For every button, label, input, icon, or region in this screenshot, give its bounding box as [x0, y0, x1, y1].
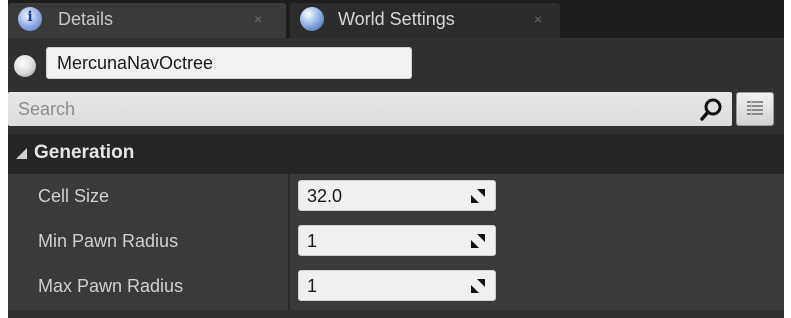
search-box[interactable] [8, 92, 732, 126]
category-generation[interactable]: Generation [8, 134, 784, 174]
search-input[interactable] [18, 98, 678, 120]
tab-world-settings-close-icon[interactable]: × [534, 11, 542, 27]
tab-bar: i Details × World Settings × [8, 0, 784, 38]
world-globe-icon [300, 7, 324, 31]
actor-header [8, 38, 784, 88]
property-label: Cell Size [38, 186, 110, 206]
panel-footer [8, 310, 784, 318]
max-pawn-radius-field[interactable] [298, 270, 496, 301]
search-row [8, 92, 784, 126]
actor-name-input[interactable] [57, 52, 397, 74]
property-label: Max Pawn Radius [38, 276, 184, 296]
collapse-arrow-icon[interactable] [16, 148, 27, 159]
sphere-actor-icon [14, 55, 36, 77]
details-panel: i Details × World Settings × MercunaNavO… [8, 0, 784, 318]
max-pawn-radius-input[interactable] [307, 275, 457, 297]
property-row-max-pawn-radius: Max Pawn Radius [8, 264, 784, 309]
actor-name-field[interactable] [46, 47, 412, 79]
cell-size-input[interactable] [307, 185, 457, 207]
view-options-button[interactable] [736, 92, 774, 126]
details-content: Generation Cell Size Min Pawn Radius [8, 38, 784, 318]
view-options-icon [747, 100, 763, 116]
property-label: Min Pawn Radius [38, 231, 179, 251]
info-icon: i [18, 7, 42, 31]
property-row-cell-size: Cell Size [8, 174, 784, 219]
search-icon[interactable] [700, 98, 722, 122]
spin-drag-icon[interactable] [471, 189, 485, 203]
spin-drag-icon[interactable] [471, 279, 485, 293]
min-pawn-radius-field[interactable] [298, 225, 496, 256]
tab-details[interactable]: i Details × [8, 3, 286, 38]
tab-world-settings[interactable]: World Settings × [290, 3, 560, 38]
tab-details-close-icon[interactable]: × [254, 11, 262, 27]
property-row-min-pawn-radius: Min Pawn Radius [8, 219, 784, 264]
min-pawn-radius-input[interactable] [307, 230, 457, 252]
cell-size-field[interactable] [298, 180, 496, 211]
tab-world-settings-label: World Settings [338, 9, 455, 29]
tab-details-label: Details [58, 9, 114, 29]
category-label: Generation [34, 142, 135, 163]
spin-drag-icon[interactable] [471, 234, 485, 248]
property-list: Cell Size Min Pawn Radius [8, 174, 784, 310]
